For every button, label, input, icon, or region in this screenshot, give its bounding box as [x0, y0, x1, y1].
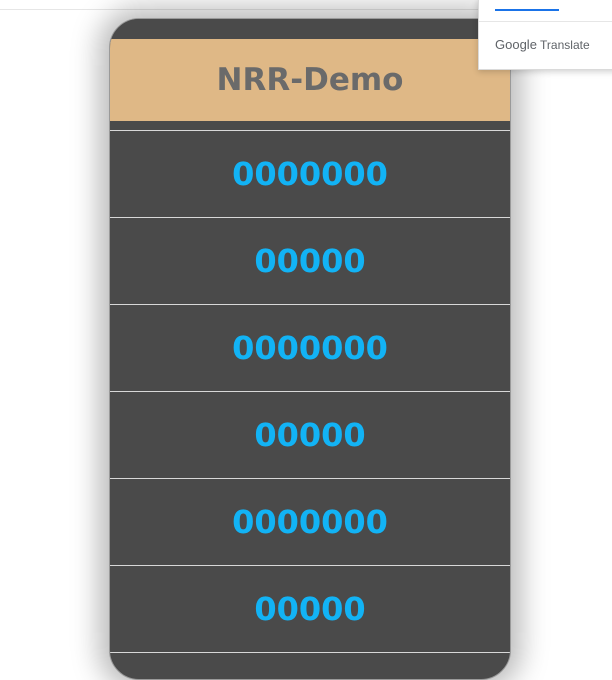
list-top-spacer: [110, 121, 510, 131]
browser-top-divider: [0, 9, 478, 10]
app-title: NRR-Demo: [216, 62, 404, 98]
google-translate-logo: Google Translate: [495, 37, 590, 52]
list-item-label: 00000: [254, 416, 366, 454]
header-bar: NRR-Demo: [110, 39, 510, 121]
list-item[interactable]: 0000000: [110, 131, 510, 218]
list-item-label: 00000: [254, 242, 366, 280]
list-item-label: 0000000: [232, 503, 388, 541]
active-language-tab-indicator[interactable]: [495, 9, 559, 11]
list-item[interactable]: 00000: [110, 218, 510, 305]
google-translate-popup[interactable]: Google Translate: [478, 0, 612, 70]
list-item[interactable]: 0000000: [110, 479, 510, 566]
list-item-label: 0000000: [232, 329, 388, 367]
translate-label: Translate: [540, 38, 590, 52]
list-item[interactable]: 00000: [110, 566, 510, 653]
status-strip: [110, 19, 510, 39]
list-item[interactable]: 0000000: [110, 305, 510, 392]
list-item-label: 00000: [254, 590, 366, 628]
tab-divider: [479, 21, 612, 22]
list-item[interactable]: 00000: [110, 392, 510, 479]
google-wordmark: Google: [495, 37, 537, 52]
list-item-label: 0000000: [232, 155, 388, 193]
app-frame: NRR-Demo 0000000 00000 0000000 00000 000…: [109, 18, 511, 680]
item-list[interactable]: 0000000 00000 0000000 00000 0000000 0000…: [110, 121, 510, 653]
